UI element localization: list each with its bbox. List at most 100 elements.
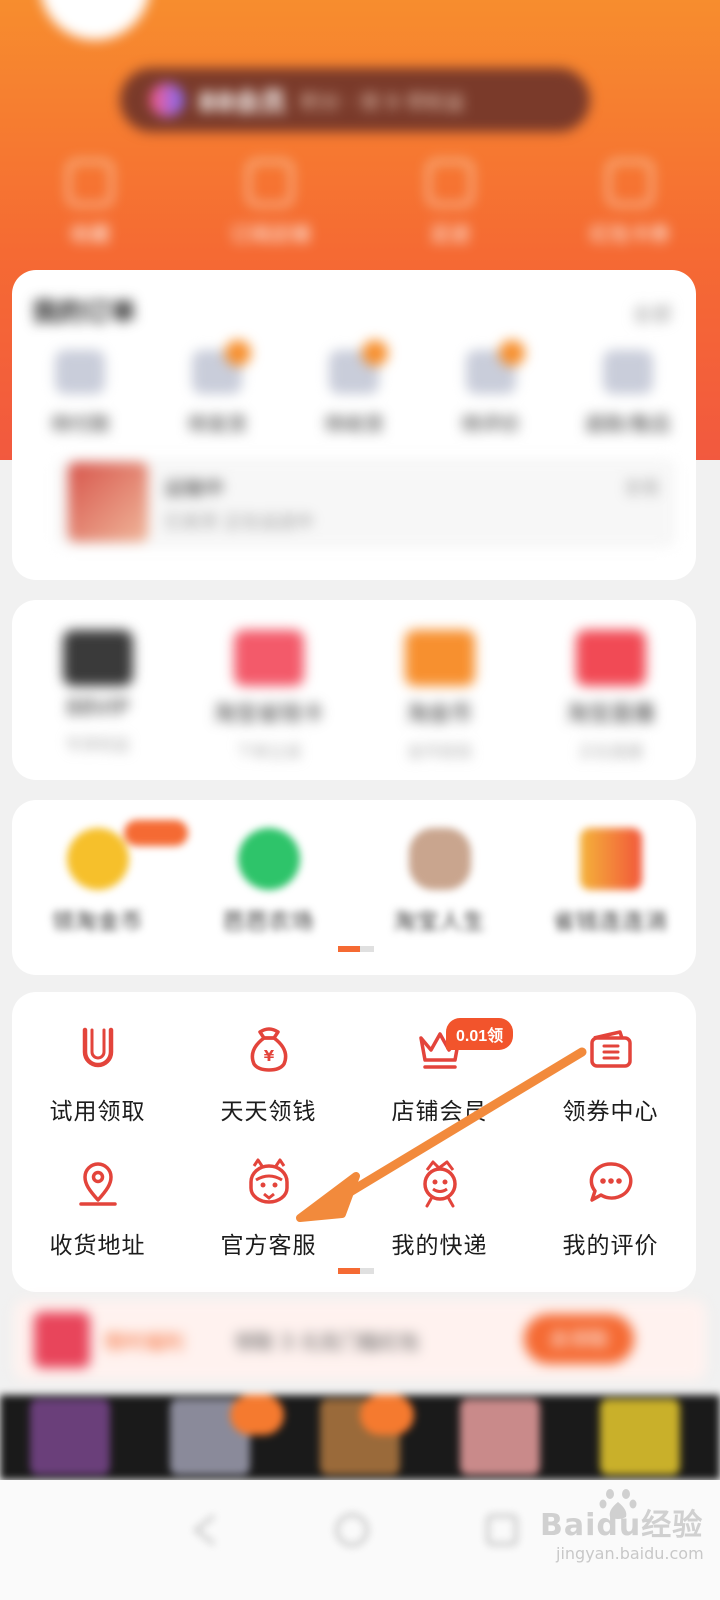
order-status-refund[interactable]: 退款/售后 (568, 350, 688, 437)
order-tracking-strip[interactable]: 运输中 已发货 正在运送中 查看 (56, 458, 676, 548)
order-status-label: 待付款 (50, 412, 111, 436)
tool-label: 领券中心 (562, 1099, 659, 1125)
order-status-label: 待评价 (460, 412, 521, 436)
store-icon (247, 160, 293, 206)
service-label: 淘宝直播 (566, 702, 655, 727)
delivery-icon (422, 1160, 457, 1208)
live-strip (0, 1395, 720, 1480)
match-game-icon (579, 828, 642, 890)
tool-my-delivery[interactable]: 我的快递 (354, 1156, 525, 1260)
game-label: 省钱连连消 (552, 910, 668, 935)
tool-trial[interactable]: 试用领取 (12, 1022, 183, 1126)
service-savings-card[interactable]: 淘宝省钱卡 下单立减 (189, 630, 349, 762)
footprint-icon (427, 160, 473, 206)
game-label: 领淘金币 (51, 910, 144, 935)
star-icon (67, 160, 113, 206)
quick-link-label: 收藏 (70, 222, 110, 246)
tool-store-membership[interactable]: 0.01领 店铺会员 (354, 1018, 525, 1126)
orders-view-all[interactable]: 全部 (632, 298, 672, 327)
games-card: 领淘金币 芭芭农场 淘宝人生 省钱连连消 (12, 800, 696, 975)
quick-link-label: 订阅店铺 (230, 222, 310, 246)
order-status-row: 待付款 待发货 待收货 待评价 退款/售后 (12, 340, 696, 437)
game-farm[interactable]: 芭芭农场 (189, 828, 349, 936)
tool-daily-money[interactable]: ¥ 天天领钱 (183, 1022, 354, 1126)
games-row: 领淘金币 芭芭农场 淘宝人生 省钱连连消 (12, 828, 696, 936)
wallet-icon (55, 350, 106, 394)
game-match[interactable]: 省钱连连消 (531, 828, 691, 936)
tool-label: 试用领取 (49, 1099, 146, 1125)
quick-links: 收藏 订阅店铺 足迹 红包卡券 (0, 160, 720, 247)
service-sub: 下单立减 (236, 742, 301, 761)
tracking-subtitle: 已发货 正在运送中 (164, 512, 314, 533)
paw-logo-icon (599, 1489, 637, 1519)
live-thumbnail[interactable] (30, 1399, 110, 1475)
service-sub: 金币抵钱 (407, 742, 472, 761)
vip-card-icon (62, 630, 133, 686)
vip-logo-icon (150, 83, 184, 117)
tool-label: 我的快递 (391, 1233, 488, 1259)
game-coins[interactable]: 领淘金币 (18, 828, 178, 936)
page-indicator (338, 1268, 374, 1274)
quick-link-label: 红包卡券 (590, 222, 670, 246)
watermark: Baidu经验 jingyan.baidu.com (540, 1489, 704, 1563)
tool-label: 官方客服 (220, 1233, 317, 1259)
game-label: 芭芭农场 (222, 910, 315, 935)
order-status-to-receive[interactable]: 待收货 (294, 340, 414, 437)
watermark-url: jingyan.baidu.com (556, 1544, 704, 1563)
tool-label: 收货地址 (49, 1233, 146, 1259)
tools-grid: 试用领取 ¥ 天天领钱 0.01领 店铺会员 领券中心 收货地址 官方客服 我的… (12, 1018, 696, 1260)
game-life[interactable]: 淘宝人生 (360, 828, 520, 936)
service-label: 淘金币 (406, 702, 473, 727)
recents-icon[interactable] (482, 1510, 522, 1550)
promo-thumbnail (34, 1312, 90, 1368)
service-live[interactable]: 淘宝直播 正在直播 (531, 630, 691, 762)
tool-shipping-address[interactable]: 收货地址 (12, 1156, 183, 1260)
live-thumbnail[interactable] (460, 1399, 540, 1475)
quick-link-coupons[interactable]: 红包卡券 (555, 160, 705, 247)
quick-link-label: 足迹 (430, 222, 470, 246)
tool-label: 我的评价 (562, 1233, 659, 1259)
card-icon (607, 160, 653, 206)
service-coins[interactable]: 淘金币 金币抵钱 (360, 630, 520, 762)
character-icon (408, 828, 471, 890)
count-badge (225, 340, 252, 366)
promo-badge: 0.01领 (446, 1018, 514, 1050)
quick-link-subscriptions[interactable]: 订阅店铺 (195, 160, 345, 247)
promo-button[interactable]: 去领取 (524, 1314, 634, 1364)
location-pin-icon (78, 1162, 117, 1206)
customer-service-icon (248, 1158, 289, 1204)
coupon-icon (589, 1030, 632, 1068)
tool-coupon-center[interactable]: 领券中心 (525, 1022, 696, 1126)
page-indicator (338, 946, 374, 952)
home-icon[interactable] (332, 1510, 372, 1550)
orders-title: 我的订单 (32, 298, 137, 328)
promo-tag: 限时福利 (104, 1330, 184, 1354)
order-status-to-review[interactable]: 待评价 (431, 340, 551, 437)
gold-coin-icon (66, 828, 129, 890)
order-status-unpaid[interactable]: 待付款 (20, 350, 140, 437)
money-bag-icon: ¥ (250, 1027, 287, 1072)
live-badge (230, 1395, 284, 1435)
service-label: 88VIP (66, 696, 129, 721)
count-badge (361, 340, 388, 366)
quick-link-favorites[interactable]: 收藏 (15, 160, 165, 247)
live-thumbnail[interactable] (600, 1399, 680, 1475)
order-status-to-ship[interactable]: 待发货 (157, 340, 277, 437)
order-status-label: 退款/售后 (584, 412, 671, 436)
promo-banner[interactable]: 限时福利 领取 3 元无门槛红包 去领取 (14, 1300, 706, 1380)
orders-card: 我的订单 全部 待付款 待发货 待收货 待评价 退款/售后 运输中 已发货 正在… (12, 270, 696, 580)
vip-banner[interactable]: 88会员 积分 · 领 9 项权益 (120, 68, 590, 132)
quick-link-history[interactable]: 足迹 (375, 160, 525, 247)
product-thumbnail (68, 462, 148, 542)
promo-text: 领取 3 元无门槛红包 (234, 1330, 420, 1354)
order-status-label: 待收货 (323, 412, 384, 436)
back-icon[interactable] (186, 1510, 226, 1550)
tools-card: 试用领取 ¥ 天天领钱 0.01领 店铺会员 领券中心 收货地址 官方客服 我的… (12, 992, 696, 1292)
tool-customer-service[interactable]: 官方客服 (183, 1156, 354, 1260)
services-card: 88VIP 专享权益 淘宝省钱卡 下单立减 淘金币 金币抵钱 淘宝直播 正在直播 (12, 600, 696, 780)
svg-text:¥: ¥ (263, 1047, 274, 1065)
refund-icon (602, 350, 653, 394)
service-sub: 专享权益 (65, 735, 130, 754)
tool-my-reviews[interactable]: 我的评价 (525, 1156, 696, 1260)
service-88vip[interactable]: 88VIP 专享权益 (18, 630, 178, 762)
